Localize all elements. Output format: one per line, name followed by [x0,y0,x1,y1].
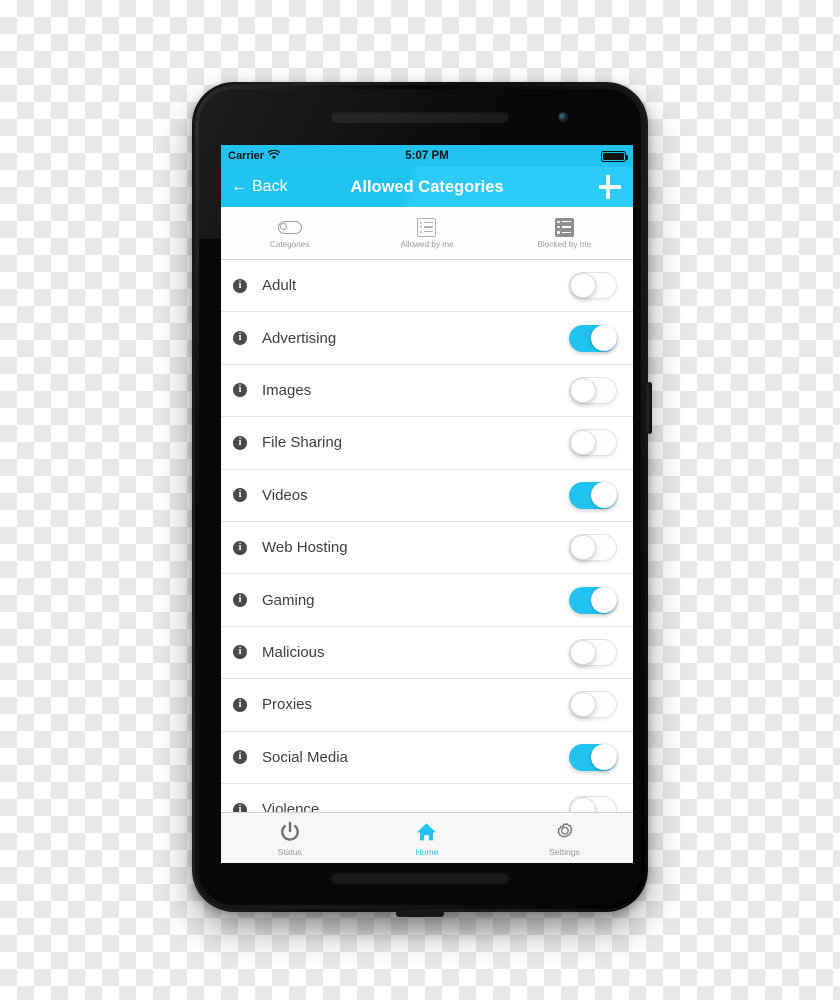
navigation-bar: ← Back Allowed Categories [221,167,633,207]
segment-allowed-by-me[interactable]: Allowed by me [358,217,495,249]
info-icon[interactable]: i [233,750,247,765]
category-row[interactable]: i Web Hosting [221,522,633,575]
category-list: i Adult i Advertising i Images i File Sharing i V… [221,260,633,837]
category-row[interactable]: i Malicious [221,627,633,680]
status-bar: Carrier 5:07 PM [221,145,633,167]
toggle-switch-icon [277,217,302,237]
status-bar-right [601,150,628,162]
info-icon[interactable]: i [233,540,247,555]
segment-label: Categories [269,240,310,249]
category-label: Social Media [262,748,348,766]
category-row[interactable]: i Images [221,365,633,418]
category-toggle[interactable] [569,429,617,457]
toggle-knob [570,639,596,665]
info-icon[interactable]: i [233,645,247,660]
category-label: Images [262,381,312,399]
info-icon[interactable]: i [233,593,247,608]
category-label: Malicious [262,643,325,661]
toggle-knob [591,324,617,351]
gear-icon [553,820,575,844]
toggle-knob [570,377,596,403]
info-icon[interactable]: i [233,488,247,503]
power-side-button[interactable] [647,382,652,434]
toggle-knob [591,481,617,508]
info-icon[interactable]: i [233,278,247,293]
segment-label: Blocked by me [537,240,592,249]
toggle-knob [591,743,617,770]
toggle-knob [570,273,596,299]
tab-label: Home [415,846,439,857]
segment-blocked-by-me[interactable]: Blocked by me [496,217,633,249]
arrow-left-icon: ← [231,178,247,195]
category-row[interactable]: i Gaming [221,574,633,627]
category-label: Adult [262,277,297,295]
phone-device-mockup: Carrier 5:07 PM ← Back Allowed Categorie… [192,82,652,917]
category-label: Videos [262,486,308,504]
info-icon[interactable]: i [233,697,247,712]
phone-screen: Carrier 5:07 PM ← Back Allowed Categorie… [221,145,633,863]
category-row[interactable]: i Adult [221,260,633,313]
status-bar-clock: 5:07 PM [405,150,449,162]
segment-label: Allowed by me [400,240,454,249]
category-row[interactable]: i Proxies [221,679,633,732]
category-label: Proxies [262,696,313,714]
back-button-label: Back [252,178,288,195]
back-button[interactable]: ← Back [231,178,288,196]
segmented-control: Categories Allowed by me Blocked by me [221,207,633,260]
category-toggle[interactable] [569,638,617,666]
tab-label: Status [277,846,302,857]
category-row[interactable]: i Videos [221,470,633,522]
bottom-speaker-grille [331,872,509,883]
toggle-knob [570,535,596,561]
add-button[interactable] [597,174,623,200]
category-row[interactable]: i Social Media [221,732,633,784]
category-toggle[interactable] [569,481,617,509]
category-toggle[interactable] [569,376,617,404]
category-row[interactable]: i File Sharing [221,417,633,470]
list-filled-icon [554,217,574,237]
charging-port [396,910,444,917]
power-icon [279,820,301,844]
category-toggle[interactable] [569,743,617,771]
category-toggle[interactable] [569,272,617,300]
phone-front-face: Carrier 5:07 PM ← Back Allowed Categorie… [199,89,641,905]
tab-status[interactable]: Status [221,820,358,857]
category-toggle[interactable] [569,691,617,719]
category-label: File Sharing [262,434,343,452]
category-label: Advertising [262,329,337,347]
category-label: Gaming [262,591,315,609]
info-icon[interactable]: i [233,383,247,398]
category-toggle[interactable] [569,534,617,562]
toggle-knob [570,692,596,718]
earpiece-speaker-grille [331,111,509,122]
list-outline-icon [417,217,437,237]
category-toggle[interactable] [569,324,617,352]
info-icon[interactable]: i [233,331,247,346]
info-icon[interactable]: i [233,435,247,450]
tab-home[interactable]: Home [358,820,495,857]
toggle-knob [570,430,596,456]
segment-categories[interactable]: Categories [221,217,358,249]
toggle-knob [591,586,617,613]
bottom-tab-bar: Status Home Settings [221,812,633,863]
front-camera-icon [559,113,567,121]
category-label: Web Hosting [262,539,348,557]
category-row[interactable]: i Advertising [221,312,633,365]
tab-settings[interactable]: Settings [496,820,633,857]
tab-label: Settings [548,846,580,857]
category-toggle[interactable] [569,586,617,614]
battery-icon [601,150,628,162]
home-icon [415,820,438,844]
